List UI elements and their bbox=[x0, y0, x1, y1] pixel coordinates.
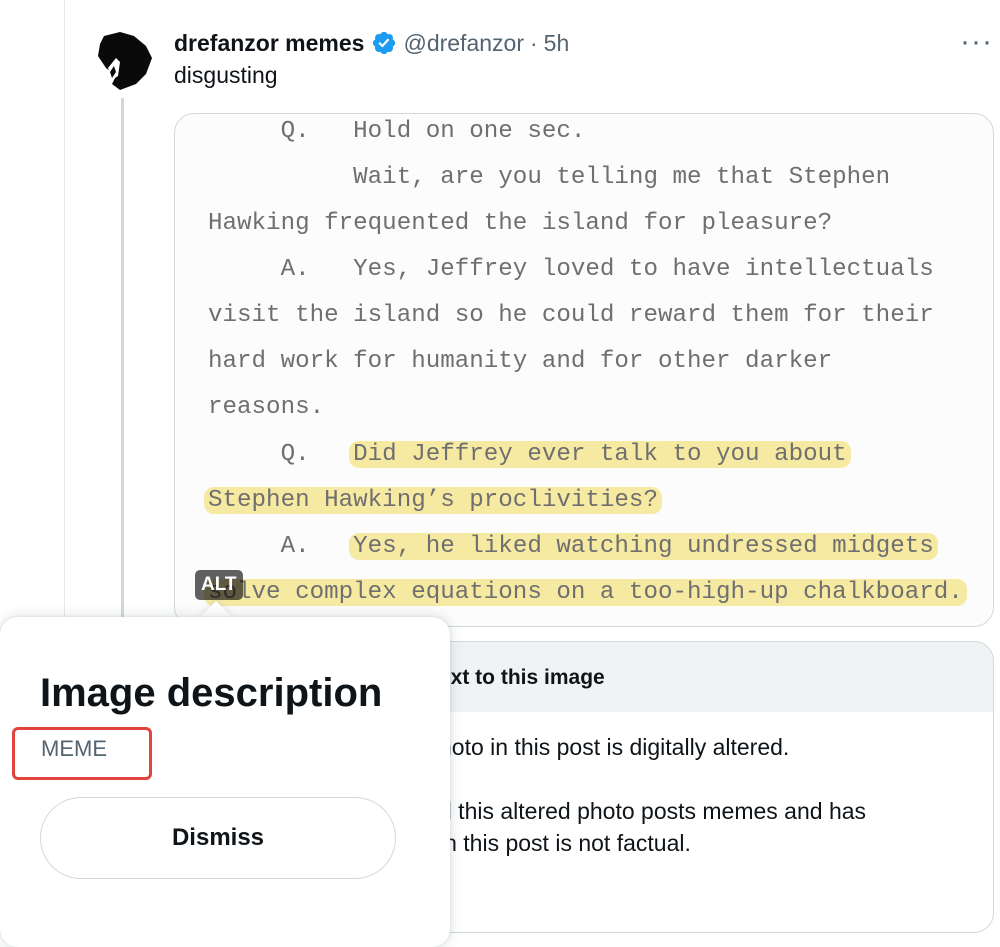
document-line: Q. Hold on one sec. bbox=[208, 118, 586, 145]
community-note-title: ext to this image bbox=[439, 666, 605, 689]
image-description-popup bbox=[0, 617, 450, 947]
community-note-text: in this post is not factual. bbox=[439, 830, 691, 856]
tweet-image[interactable]: Q. Hold on one sec. Wait, are you tellin… bbox=[174, 113, 994, 627]
tweet-text: disgusting bbox=[174, 62, 278, 88]
tweet-header: drefanzor memes @drefanzor · 5h bbox=[174, 26, 569, 60]
community-note-text: d this altered photo posts memes and has bbox=[439, 798, 867, 824]
document-line: hard work for humanity and for other dar… bbox=[208, 348, 833, 375]
display-name[interactable]: drefanzor memes bbox=[174, 30, 364, 57]
community-note-text: hoto in this post is digitally altered. bbox=[439, 734, 790, 760]
post-time[interactable]: 5h bbox=[544, 30, 570, 57]
dismiss-button[interactable]: Dismiss bbox=[40, 797, 396, 879]
separator-dot: · bbox=[529, 29, 538, 56]
document-line-prefix: A. bbox=[208, 533, 354, 560]
document-line: Wait, are you telling me that Stephen bbox=[208, 164, 891, 191]
document-line: Stephen Hawking’s proclivities? bbox=[204, 486, 662, 516]
document-line: visit the island so he could reward them… bbox=[208, 302, 934, 329]
highlighted-text: Stephen Hawking’s proclivities? bbox=[204, 487, 662, 514]
document-line: A. Yes, he liked watching undressed midg… bbox=[208, 532, 938, 562]
highlighted-text: solve complex equations on a too-high-up… bbox=[204, 579, 967, 606]
alt-badge[interactable]: ALT bbox=[195, 570, 243, 600]
document-line: reasons. bbox=[208, 394, 325, 421]
highlighted-text: Did Jeffrey ever talk to you about bbox=[349, 441, 851, 468]
annotation-highlight-box bbox=[12, 727, 152, 780]
document-line-prefix: Q. bbox=[208, 441, 354, 468]
document-line: solve complex equations on a too-high-up… bbox=[204, 578, 967, 608]
document-line: Q. Did Jeffrey ever talk to you about bbox=[208, 440, 851, 470]
verified-badge-icon[interactable] bbox=[371, 30, 397, 56]
document-line: A. Yes, Jeffrey loved to have intellectu… bbox=[208, 256, 934, 283]
popup-title: Image description bbox=[40, 671, 383, 715]
avatar[interactable] bbox=[90, 28, 154, 92]
avatar-image bbox=[90, 28, 154, 92]
user-handle[interactable]: @drefanzor bbox=[403, 30, 524, 57]
document-line: Hawking frequented the island for pleasu… bbox=[208, 210, 833, 237]
more-options-icon[interactable]: ··· bbox=[960, 27, 993, 57]
highlighted-text: Yes, he liked watching undressed midgets bbox=[349, 533, 938, 560]
